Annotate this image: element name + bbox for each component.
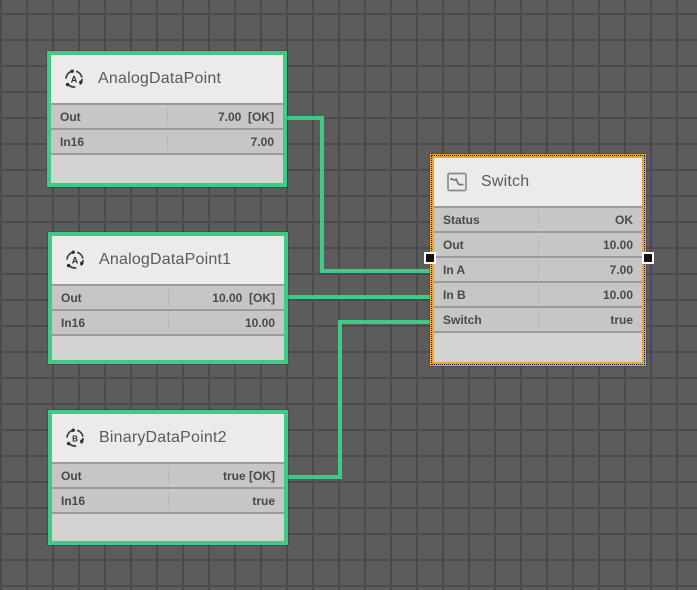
port-value: true [610,313,633,327]
port-value: 10.00 [603,288,633,302]
port-row-in16[interactable]: In16 10.00 [52,311,284,334]
port-value: 7.00 [251,135,274,149]
analog-datapoint-icon: A [63,248,87,272]
wire-analogdatapoint-to-switch-ina[interactable] [320,269,430,273]
wire-binarydatapoint2-to-switch-switch[interactable] [338,320,342,479]
wire-analogdatapoint1-to-switch-inb[interactable] [288,295,430,299]
port-label: Out [60,110,81,124]
wire-analogdatapoint-to-switch-ina[interactable] [320,116,324,273]
node-title: BinaryDataPoint2 [99,429,227,447]
node-analogdatapoint[interactable]: A AnalogDataPoint Out 7.00 [OK] In16 7.0… [47,51,287,187]
port-value: 10.00 [OK] [212,291,275,305]
port-label: In16 [61,316,85,330]
selection-handle-left[interactable] [424,252,436,264]
svg-text:A: A [71,74,78,84]
port-label: In B [443,288,466,302]
port-row-in16[interactable]: In16 7.00 [51,130,283,153]
node-switch[interactable]: Switch Status OK Out 10.00 In A 7.00 In … [430,154,646,366]
port-label: In A [443,263,465,277]
node-footer [434,333,642,362]
node-footer [51,155,283,183]
node-binarydatapoint2[interactable]: B BinaryDataPoint2 Out true [OK] In16 tr… [48,410,288,545]
svg-text:B: B [72,434,78,443]
wire-binarydatapoint2-to-switch-switch[interactable] [338,320,430,324]
port-label: In16 [61,494,85,508]
node-analogdatapoint1[interactable]: A AnalogDataPoint1 Out 10.00 [OK] In16 1… [48,232,288,364]
port-row-in-b[interactable]: In B 10.00 [434,283,642,306]
node-header[interactable]: B BinaryDataPoint2 [52,414,284,462]
wire-binarydatapoint2-to-switch-switch[interactable] [288,475,342,479]
port-label: Out [443,238,464,252]
port-value: 7.00 [OK] [218,110,274,124]
port-value: OK [615,213,633,227]
port-row-out[interactable]: Out 7.00 [OK] [51,105,283,128]
port-label: Out [61,291,82,305]
port-row-switch[interactable]: Switch true [434,308,642,331]
node-title: AnalogDataPoint [98,70,221,88]
node-title: AnalogDataPoint1 [99,251,231,269]
wire-analogdatapoint-to-switch-ina[interactable] [287,116,324,120]
port-value: 10.00 [603,238,633,252]
svg-text:A: A [72,255,79,265]
switch-icon [445,170,469,194]
selection-handle-right[interactable] [642,252,654,264]
analog-datapoint-icon: A [62,67,86,91]
node-header[interactable]: Switch [434,158,642,206]
port-value: 10.00 [245,316,275,330]
port-value: 7.00 [610,263,633,277]
binary-datapoint-icon: B [63,426,87,450]
node-header[interactable]: A AnalogDataPoint1 [52,236,284,284]
port-label: Switch [443,313,482,327]
port-label: In16 [60,135,84,149]
port-value: true [252,494,275,508]
node-footer [52,336,284,360]
port-row-out[interactable]: Out 10.00 [OK] [52,286,284,309]
port-label: Status [443,213,480,227]
node-footer [52,514,284,541]
port-row-in16[interactable]: In16 true [52,489,284,512]
port-row-status[interactable]: Status OK [434,208,642,231]
node-header[interactable]: A AnalogDataPoint [51,55,283,103]
node-title: Switch [481,173,529,191]
port-row-out[interactable]: Out true [OK] [52,464,284,487]
port-value: true [OK] [223,469,275,483]
node-editor-canvas[interactable]: { "canvas": { "background": "#5c5c5c", "… [0,0,697,590]
port-row-in-a[interactable]: In A 7.00 [434,258,642,281]
port-label: Out [61,469,82,483]
port-row-out[interactable]: Out 10.00 [434,233,642,256]
